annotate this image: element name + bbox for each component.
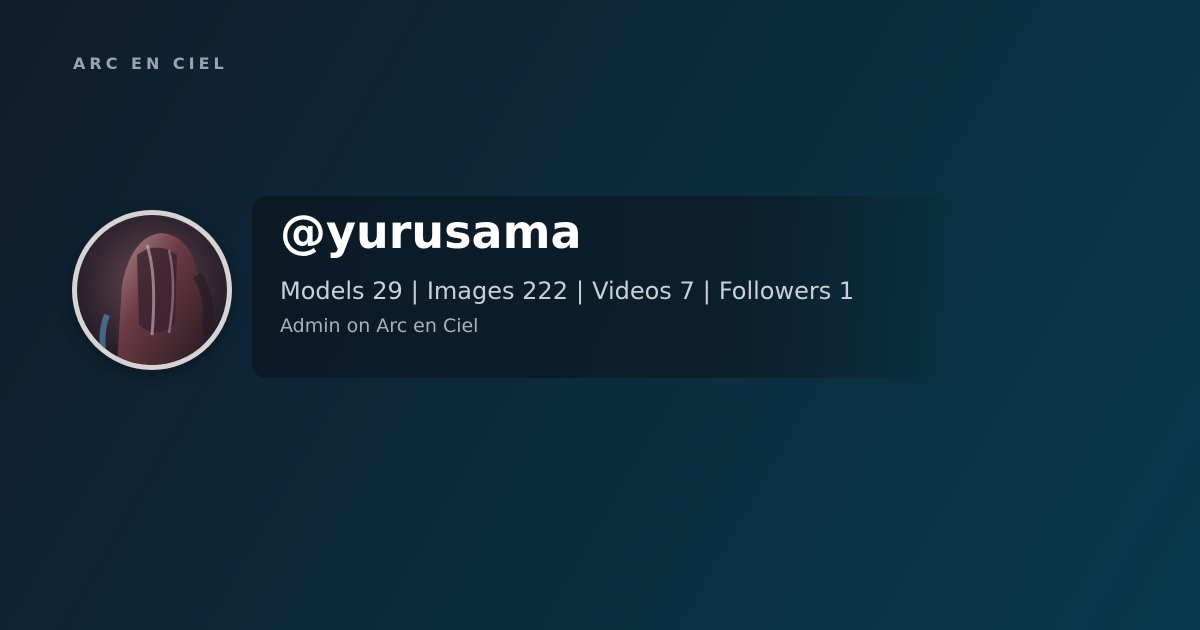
profile-stats: Models 29 | Images 222 | Videos 7 | Followers … <box>280 277 854 305</box>
brand-label: ARC EN CIEL <box>73 54 228 73</box>
stat-models-value: 29 <box>372 277 403 305</box>
stat-separator: | <box>410 277 419 305</box>
armored-helmet-avatar-icon <box>77 215 227 365</box>
stat-images-label: Images <box>426 277 515 305</box>
stat-videos-value: 7 <box>679 277 695 305</box>
stat-separator: | <box>575 277 585 305</box>
stat-followers-value: 1 <box>838 277 855 305</box>
profile-handle: @yurusama <box>280 205 582 259</box>
stat-followers-label: Followers <box>718 277 832 305</box>
stat-models-label: Models <box>280 277 365 305</box>
stat-images-value: 222 <box>522 277 568 305</box>
profile-subtitle: Admin on Arc en Ciel <box>280 315 479 337</box>
avatar[interactable] <box>72 210 232 370</box>
stat-videos-label: Videos <box>592 277 672 305</box>
stat-separator: | <box>702 277 711 305</box>
